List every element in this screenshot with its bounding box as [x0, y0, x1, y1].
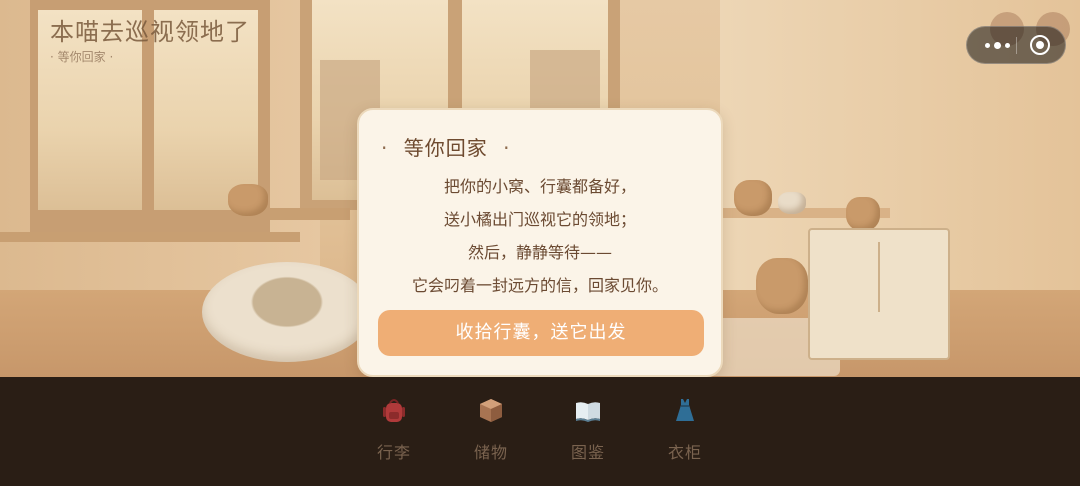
backpack-icon: [383, 399, 405, 422]
clay-pot: [734, 180, 772, 216]
bottom-nav: 行李 储物 图鉴 衣柜: [0, 377, 1080, 486]
window-sill-left: [0, 232, 300, 242]
dialog-body: 把你的小窝、行囊都备好， 送小橘出门巡视它的领地； 然后，静静等待—— 它会叼着…: [359, 170, 721, 302]
nav-item-storage[interactable]: 储物: [461, 395, 521, 463]
dialog-line: 然后，静静等待——: [467, 243, 612, 262]
nav-label: 图鉴: [570, 443, 605, 462]
mini-program-capsule: [966, 26, 1066, 64]
dialog-line: 把你的小窝、行囊都备好，: [443, 177, 636, 196]
close-target-icon[interactable]: [1030, 35, 1050, 55]
heading-dot-right: ·: [503, 136, 511, 160]
pack-and-send-button[interactable]: 收拾行囊，送它出发: [378, 310, 704, 356]
welcome-dialog: · 等你回家 · 把你的小窝、行囊都备好， 送小橘出门巡视它的领地； 然后，静静…: [357, 108, 723, 377]
nav-label: 储物: [473, 443, 508, 462]
dress-icon: [676, 399, 694, 421]
cabinet: [808, 228, 950, 360]
heading-text: 等你回家: [403, 136, 488, 160]
dialog-line: 送小橘出门巡视它的领地；: [443, 210, 636, 229]
dialog-line: 它会叼着一封远方的信，回家见你。: [411, 276, 668, 295]
clay-pot: [846, 197, 880, 231]
clay-pot: [756, 258, 808, 314]
dialog-heading: · 等你回家 ·: [381, 132, 510, 161]
page-title: 本喵去巡视领地了: [50, 18, 250, 46]
more-dots-icon[interactable]: [977, 27, 1017, 63]
cat-bed: [202, 262, 372, 362]
nav-item-wardrobe[interactable]: 衣柜: [655, 395, 715, 463]
box-icon: [480, 399, 502, 422]
nav-item-guide[interactable]: 图鉴: [558, 395, 618, 463]
capsule-divider: [1016, 37, 1017, 54]
nav-item-luggage[interactable]: 行李: [364, 395, 424, 463]
nav-label: 衣柜: [667, 443, 702, 462]
heading-dot-left: ·: [381, 136, 389, 160]
nav-label: 行李: [376, 443, 411, 462]
book-icon: [576, 402, 600, 422]
window-sill-center: [270, 208, 350, 220]
clay-pot: [228, 184, 268, 216]
page-subtitle: · 等你回家 ·: [50, 50, 114, 64]
small-bowl: [778, 192, 806, 214]
